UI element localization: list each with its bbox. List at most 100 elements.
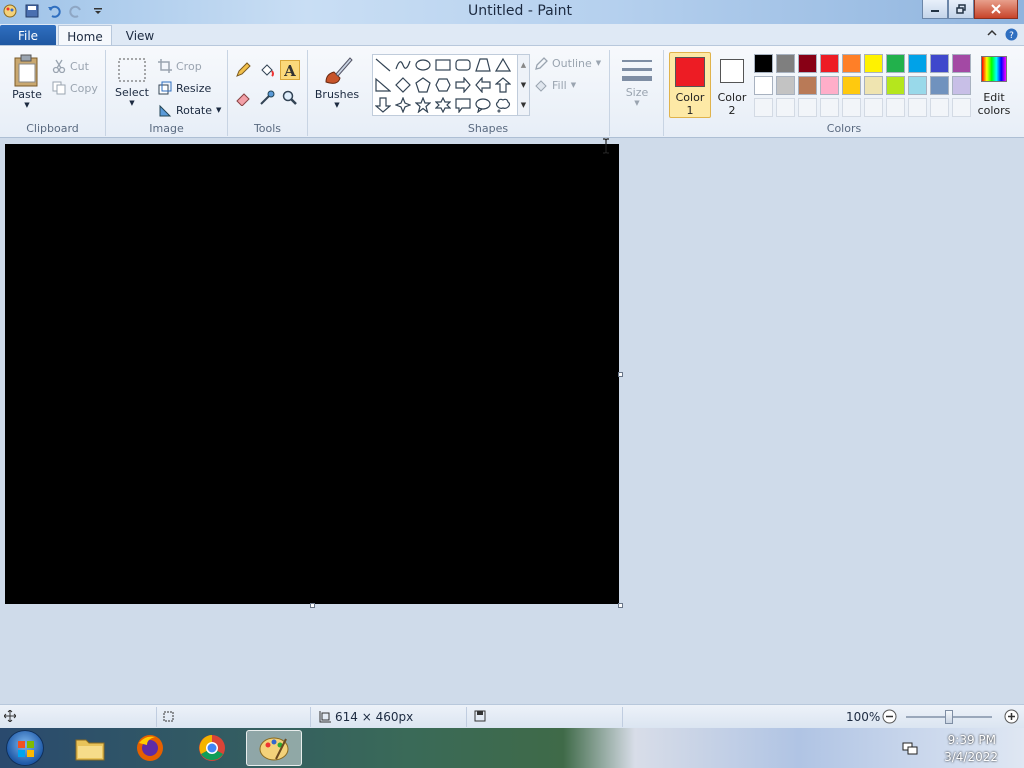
network-icon[interactable] (902, 740, 918, 759)
scroll-up-icon[interactable]: ▲ (518, 55, 529, 75)
palette-custom-slot[interactable] (930, 98, 949, 117)
zoom-out-button[interactable] (882, 709, 897, 724)
rotate-button[interactable]: Rotate ▼ (158, 101, 221, 119)
select-rectangle-icon (118, 58, 146, 82)
palette-swatch[interactable] (754, 54, 773, 73)
copy-button[interactable]: Copy (52, 79, 98, 97)
eraser-tool[interactable] (233, 88, 253, 108)
resize-button[interactable]: Resize (158, 79, 211, 97)
shape-six-point-star[interactable] (434, 96, 452, 114)
expand-gallery-icon[interactable]: ▼ (518, 95, 529, 115)
palette-custom-slot[interactable] (886, 98, 905, 117)
close-button[interactable] (974, 0, 1018, 19)
palette-custom-slot[interactable] (908, 98, 927, 117)
shape-cloud-callout[interactable] (494, 96, 512, 114)
shape-right-arrow[interactable] (454, 76, 472, 94)
shape-triangle[interactable] (494, 56, 512, 74)
zoom-in-button[interactable] (1004, 709, 1019, 724)
taskbar-file-explorer[interactable] (62, 730, 118, 766)
brushes-button[interactable]: Brushes ▼ (312, 54, 362, 109)
minimize-ribbon-icon[interactable] (987, 28, 997, 44)
shape-oval-callout[interactable] (474, 96, 492, 114)
clipboard-group: Paste ▼ Cut Copy Clipboard (0, 50, 106, 136)
palette-swatch[interactable] (798, 76, 817, 95)
shape-rectangle[interactable] (434, 56, 452, 74)
palette-swatch[interactable] (908, 54, 927, 73)
restore-button[interactable] (948, 0, 974, 19)
zoom-slider-thumb[interactable] (945, 710, 953, 724)
palette-swatch[interactable] (754, 76, 773, 95)
clock-date[interactable]: 3/4/2022 (944, 750, 998, 764)
status-bar: 614 × 460px 100% (0, 704, 1024, 728)
shape-left-arrow[interactable] (474, 76, 492, 94)
outline-button[interactable]: Outline ▼ (534, 54, 601, 72)
pencil-tool[interactable] (233, 60, 253, 80)
help-icon[interactable]: ? (1005, 28, 1018, 44)
tab-view[interactable]: View (114, 25, 166, 47)
palette-swatch[interactable] (842, 76, 861, 95)
shape-rect-callout[interactable] (454, 96, 472, 114)
scroll-down-icon[interactable]: ▼ (518, 75, 529, 95)
palette-custom-slot[interactable] (864, 98, 883, 117)
cut-button[interactable]: Cut (52, 57, 89, 75)
palette-swatch[interactable] (930, 54, 949, 73)
palette-custom-slot[interactable] (952, 98, 971, 117)
shape-oval[interactable] (414, 56, 432, 74)
palette-swatch[interactable] (908, 76, 927, 95)
color-picker-tool[interactable] (257, 88, 277, 108)
palette-swatch[interactable] (820, 76, 839, 95)
fill-tool[interactable] (257, 60, 277, 80)
shape-curve[interactable] (394, 56, 412, 74)
shape-diamond[interactable] (394, 76, 412, 94)
shape-up-arrow[interactable] (494, 76, 512, 94)
shape-rounded-rectangle[interactable] (454, 56, 472, 74)
shape-right-triangle[interactable] (374, 76, 392, 94)
paste-button[interactable]: Paste ▼ (8, 54, 46, 109)
tab-file[interactable]: File (0, 25, 56, 46)
drawing-canvas[interactable] (5, 144, 619, 604)
shapes-scrollbar[interactable]: ▲ ▼ ▼ (518, 54, 530, 116)
palette-swatch[interactable] (820, 54, 839, 73)
palette-swatch[interactable] (952, 54, 971, 73)
minimize-button[interactable] (922, 0, 948, 19)
palette-custom-slot[interactable] (842, 98, 861, 117)
palette-custom-slot[interactable] (798, 98, 817, 117)
resize-handle-bottom[interactable] (310, 603, 315, 608)
shape-five-point-star[interactable] (414, 96, 432, 114)
fill-button[interactable]: Fill ▼ (534, 76, 576, 94)
tab-home[interactable]: Home (58, 25, 112, 47)
crop-button[interactable]: Crop (158, 57, 202, 75)
color-2-button[interactable]: Color 2 (712, 52, 752, 118)
palette-custom-slot[interactable] (776, 98, 795, 117)
palette-swatch[interactable] (864, 76, 883, 95)
palette-swatch[interactable] (952, 76, 971, 95)
palette-swatch[interactable] (864, 54, 883, 73)
shape-four-point-star[interactable] (394, 96, 412, 114)
palette-swatch[interactable] (886, 76, 905, 95)
shape-polygon[interactable] (474, 56, 492, 74)
palette-swatch[interactable] (776, 76, 795, 95)
palette-swatch[interactable] (842, 54, 861, 73)
palette-swatch[interactable] (930, 76, 949, 95)
shape-down-arrow[interactable] (374, 96, 392, 114)
taskbar-paint[interactable] (246, 730, 302, 766)
text-tool[interactable]: A (280, 60, 300, 80)
select-button[interactable]: Select ▼ (114, 56, 150, 107)
resize-handle-right[interactable] (618, 372, 623, 377)
shape-line[interactable] (374, 56, 392, 74)
start-button[interactable] (6, 730, 44, 766)
palette-custom-slot[interactable] (754, 98, 773, 117)
taskbar-firefox[interactable] (122, 730, 178, 766)
palette-custom-slot[interactable] (820, 98, 839, 117)
clock-time[interactable]: 9:39 PM (948, 733, 996, 747)
shape-hexagon[interactable] (434, 76, 452, 94)
resize-handle-corner[interactable] (618, 603, 623, 608)
taskbar-chrome[interactable] (184, 730, 240, 766)
magnifier-tool[interactable] (280, 88, 300, 108)
palette-swatch[interactable] (886, 54, 905, 73)
palette-swatch[interactable] (798, 54, 817, 73)
palette-swatch[interactable] (776, 54, 795, 73)
edit-colors-button[interactable]: Edit colors (974, 52, 1014, 118)
size-button[interactable]: Size ▼ (618, 56, 656, 107)
shape-pentagon[interactable] (414, 76, 432, 94)
